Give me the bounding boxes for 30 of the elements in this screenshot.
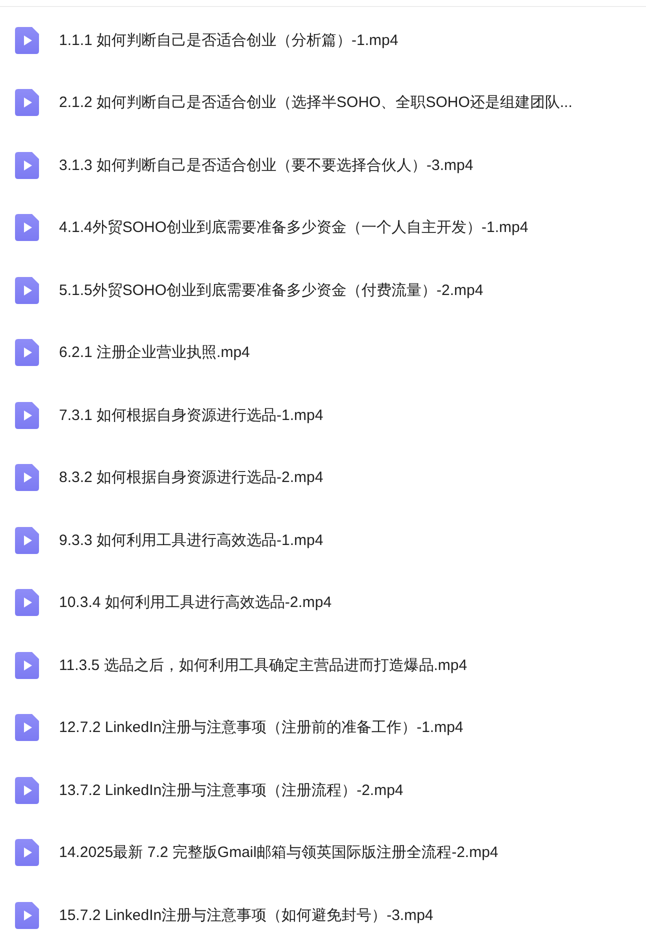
file-name[interactable]: 4.1.4外贸SOHO创业到底需要准备多少资金（一个人自主开发）-1.mp4 — [59, 218, 528, 238]
file-name[interactable]: 2.1.2 如何判断自己是否适合创业（选择半SOHO、全职SOHO还是组建团队... — [59, 93, 572, 112]
video-file-icon — [15, 339, 39, 366]
video-file-icon — [15, 276, 39, 304]
video-file-icon — [15, 652, 39, 679]
video-file-icon — [15, 902, 39, 929]
file-name[interactable]: 8.3.2 如何根据自身资源进行选品-2.mp4 — [59, 468, 324, 488]
file-name[interactable]: 5.1.5外贸SOHO创业到底需要准备多少资金（付费流量）-2.mp4 — [59, 280, 484, 300]
video-file-icon — [15, 26, 39, 54]
file-name[interactable]: 1.1.1 如何判断自己是否适合创业（分析篇）-1.mp4 — [59, 30, 398, 50]
video-file-icon — [15, 402, 39, 429]
video-file-icon — [15, 589, 39, 616]
file-name[interactable]: 10.3.4 如何利用工具进行高效选品-2.mp4 — [59, 593, 332, 612]
file-name[interactable]: 15.7.2 LinkedIn注册与注意事项（如何避免封号）-3.mp4 — [59, 906, 434, 925]
file-name[interactable]: 7.3.1 如何根据自身资源进行选品-1.mp4 — [59, 406, 324, 425]
file-name[interactable]: 12.7.2 LinkedIn注册与注意事项（注册前的准备工作）-1.mp4 — [59, 718, 464, 738]
video-file-icon — [15, 214, 39, 242]
file-name[interactable]: 14.2025最新 7.2 完整版Gmail邮箱与领英国际版注册全流程-2.mp4 — [59, 843, 498, 862]
file-name[interactable]: 9.3.3 如何利用工具进行高效选品-1.mp4 — [59, 530, 324, 550]
file-name[interactable]: 3.1.3 如何判断自己是否适合创业（要不要选择合伙人）-3.mp4 — [59, 156, 474, 175]
video-file-icon — [15, 839, 39, 866]
file-name[interactable]: 11.3.5 选品之后，如何利用工具确定主营品进而打造爆品.mp4 — [59, 656, 468, 675]
file-name[interactable]: 6.2.1 注册企业营业执照.mp4 — [59, 343, 250, 362]
video-file-icon — [15, 526, 39, 554]
video-file-icon — [15, 714, 39, 742]
file-name[interactable]: 13.7.2 LinkedIn注册与注意事项（注册流程）-2.mp4 — [59, 780, 404, 800]
video-file-icon — [15, 464, 39, 492]
video-file-icon — [15, 776, 39, 804]
video-file-icon — [15, 152, 39, 179]
video-file-icon — [15, 89, 39, 116]
